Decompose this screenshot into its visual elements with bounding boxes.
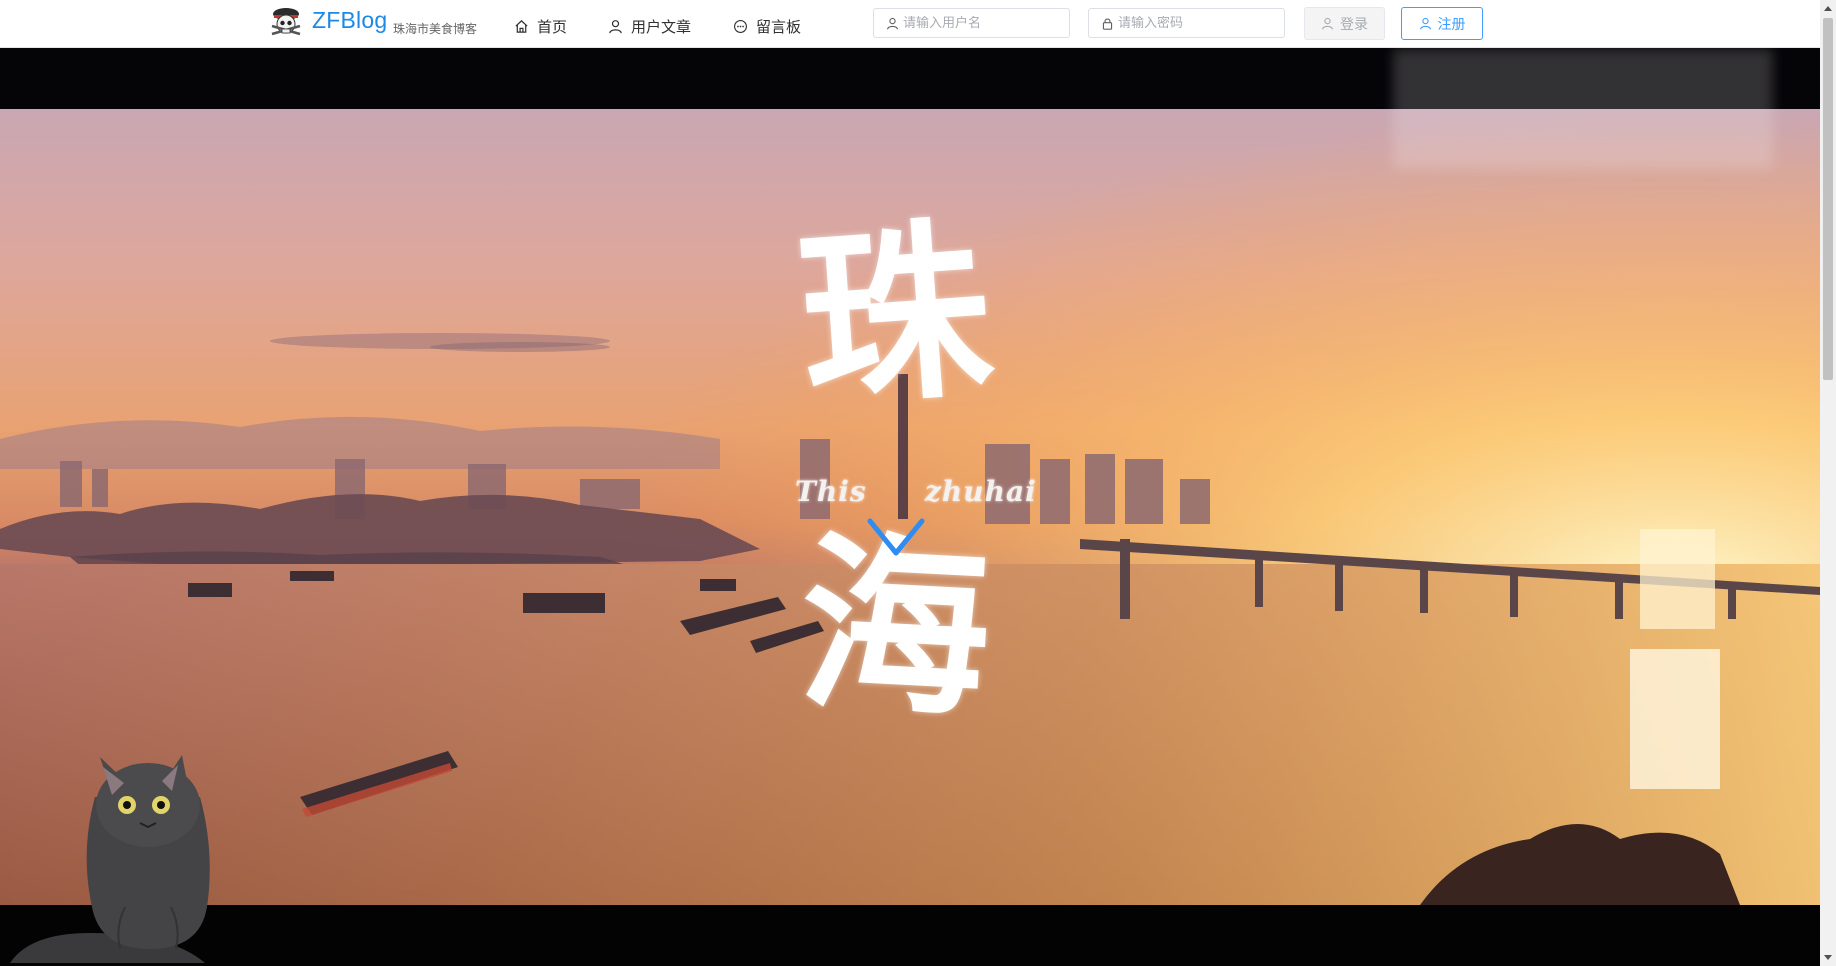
brand-subtitle: 珠海市美食博客: [393, 22, 478, 36]
password-input[interactable]: [1118, 15, 1278, 31]
page-scrollbar[interactable]: [1820, 0, 1836, 966]
hero-tagline-left: This: [795, 475, 867, 508]
nav-home-label: 首页: [537, 17, 568, 36]
hero-video-banner: 珠 海 This zhuhai: [0, 47, 1820, 966]
register-label: 注册: [1437, 16, 1466, 33]
user-icon: [1419, 17, 1431, 30]
video-letterbox-bottom: [0, 905, 1820, 966]
top-navbar: ZFBlog 珠海市美食博客 首页 用户文章 留言板 请输入用户名 登录 注册: [0, 0, 1820, 48]
password-field[interactable]: [1088, 8, 1285, 38]
register-button[interactable]: 注册: [1401, 7, 1483, 40]
brand-title[interactable]: ZFBlog: [312, 7, 387, 34]
hero-title-char-zhu: 珠: [792, 197, 998, 434]
username-field[interactable]: [873, 8, 1070, 38]
pirate-skull-logo-icon[interactable]: [268, 4, 304, 40]
user-icon: [887, 17, 898, 29]
login-label: 登录: [1340, 16, 1368, 33]
hero-tagline-right: zhuhai: [925, 475, 1037, 508]
user-icon: [609, 19, 622, 33]
nav-home[interactable]: 首页: [514, 15, 567, 37]
scroll-up-arrow-icon: [1824, 6, 1832, 11]
lock-icon: [1102, 18, 1113, 30]
nav-user-articles-label: 用户文章: [631, 17, 692, 36]
scroll-down-arrow-icon[interactable]: [866, 517, 926, 559]
chat-icon: [734, 19, 747, 33]
scroll-down-arrow-icon: [1824, 955, 1832, 960]
login-button[interactable]: 登录: [1304, 7, 1385, 40]
home-icon: [515, 19, 528, 33]
cat-mascot-icon[interactable]: [0, 737, 215, 966]
username-input[interactable]: [903, 15, 1063, 31]
nav-message-board[interactable]: 留言板: [733, 15, 801, 37]
scroll-up-button[interactable]: [1820, 0, 1836, 16]
user-icon: [1322, 17, 1333, 30]
blurred-overlay: [1393, 49, 1773, 169]
nav-message-board-label: 留言板: [756, 17, 802, 36]
nav-user-articles[interactable]: 用户文章: [608, 15, 691, 37]
scroll-thumb[interactable]: [1823, 18, 1833, 380]
scroll-down-button[interactable]: [1820, 950, 1836, 966]
